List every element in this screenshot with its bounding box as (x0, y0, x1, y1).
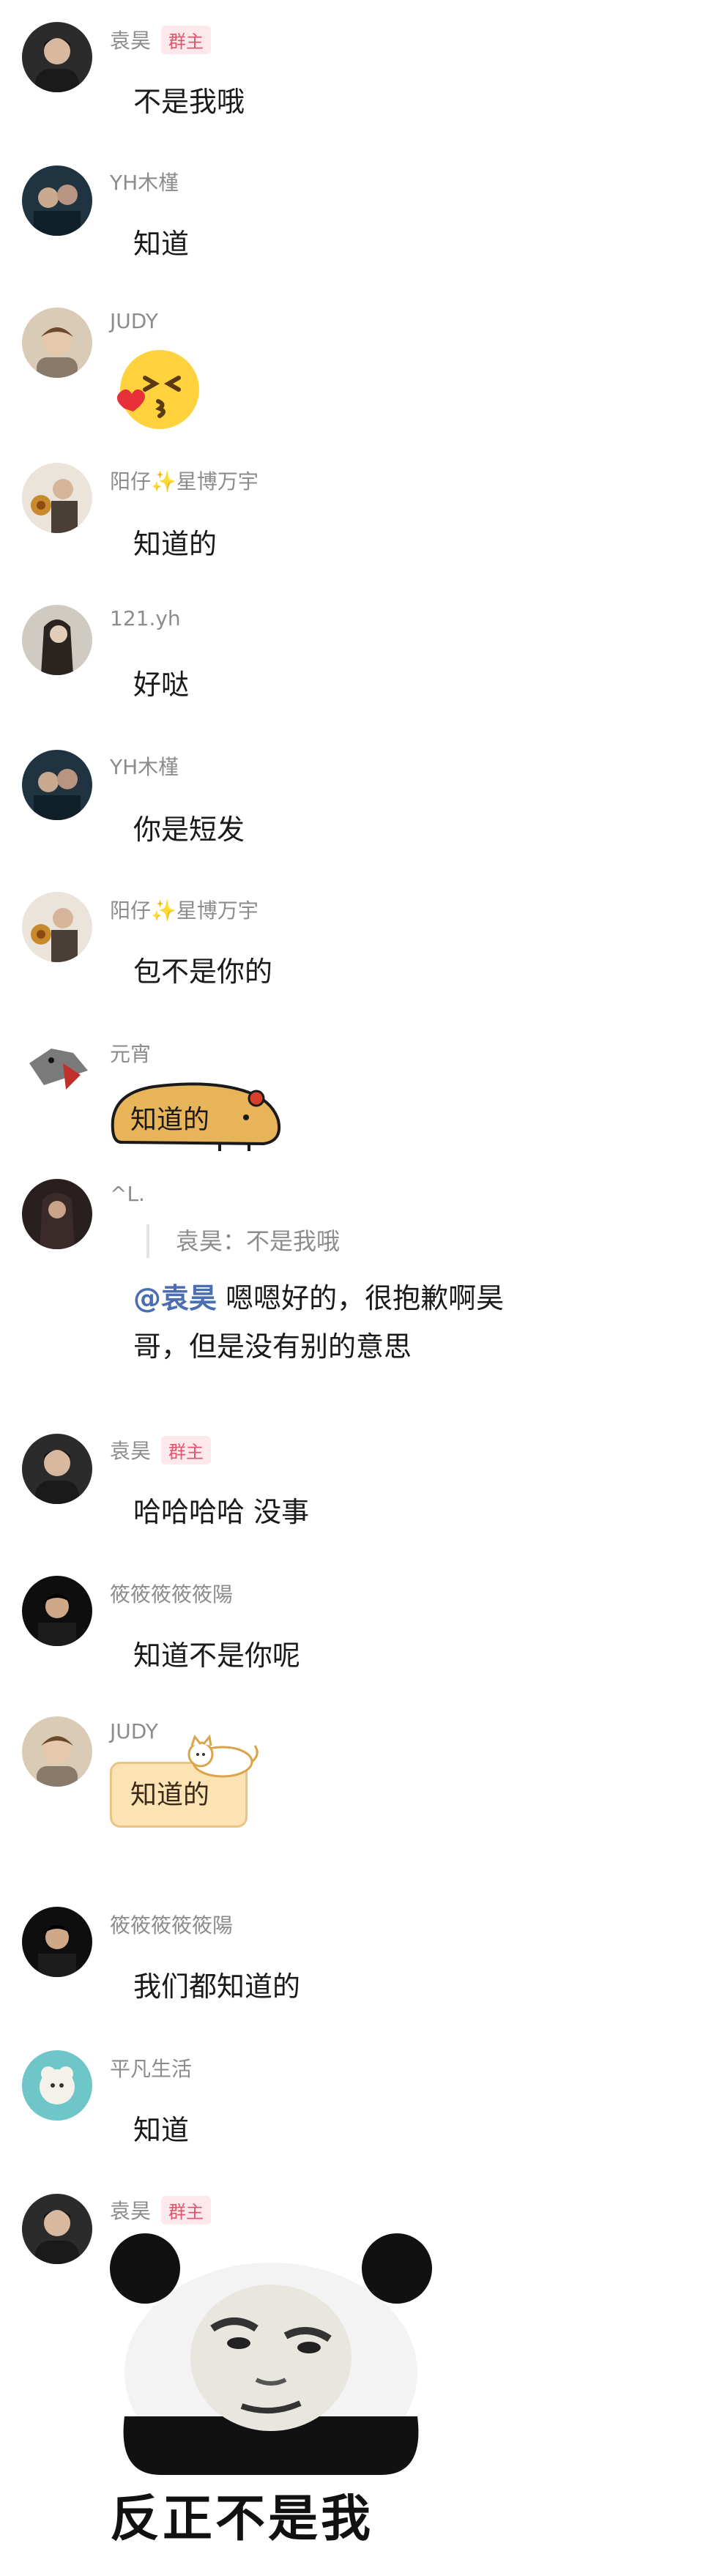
avatar[interactable] (22, 308, 92, 378)
avatar[interactable] (22, 1907, 92, 1977)
chat-message-list[interactable]: 袁昊 群主 不是我哦 YH木槿 知道 JUDY 阳仔✨星博万宇 知道的 121.… (0, 0, 703, 2576)
message-text: 知道的 (133, 528, 217, 560)
message-text: @袁昊 嗯嗯好的，很抱歉啊昊 哥，但是没有别的意思 (133, 1282, 505, 1363)
message-text: 不是我哦 (133, 86, 245, 118)
message-text: 知道不是你呢 (133, 1639, 301, 1672)
avatar[interactable] (22, 165, 92, 236)
sender-name[interactable]: 阳仔✨星博万宇 (110, 466, 258, 495)
group-owner-badge: 群主 (161, 1435, 212, 1464)
avatar[interactable] (22, 1576, 92, 1646)
capybara-sticker[interactable]: 知道的 (110, 1076, 286, 1157)
message-text: 你是短发 (133, 814, 245, 846)
avatar[interactable] (22, 892, 92, 962)
message-text: 知道 (133, 228, 190, 260)
sparkle-icon: ✨ (151, 898, 176, 923)
avatar[interactable] (22, 1034, 92, 1104)
avatar[interactable] (22, 463, 92, 533)
avatar[interactable] (22, 1716, 92, 1787)
group-owner-badge: 群主 (161, 2195, 212, 2225)
panda-meme-sticker[interactable] (103, 2233, 439, 2482)
avatar[interactable] (22, 1434, 92, 1504)
sender-name[interactable]: JUDY (110, 309, 158, 333)
sparkle-icon: ✨ (151, 469, 176, 494)
cat-icon (187, 1734, 258, 1778)
message-text: 我们都知道的 (133, 1970, 301, 2003)
sender-name[interactable]: 121.yh (110, 606, 181, 630)
sender-name[interactable]: 筱筱筱筱筱陽 (110, 1910, 233, 1939)
sender-name[interactable]: YH木槿 (110, 167, 179, 196)
sender-name[interactable]: 阳仔✨星博万宇 (110, 895, 258, 924)
message-text: 包不是你的 (133, 956, 273, 988)
avatar[interactable] (22, 605, 92, 675)
sender-name[interactable]: 袁昊 (110, 25, 151, 54)
message-text: 好哒 (133, 669, 190, 701)
sender-name[interactable]: ^L. (110, 1182, 145, 1206)
sender-name[interactable]: 筱筱筱筱筱陽 (110, 1579, 233, 1608)
avatar[interactable] (22, 750, 92, 820)
sender-name[interactable]: YH木槿 (110, 751, 179, 781)
avatar[interactable] (22, 1179, 92, 1249)
meme-caption: 反正不是我 (110, 2490, 374, 2548)
avatar[interactable] (22, 22, 92, 92)
sender-name[interactable]: 元宵 (110, 1038, 151, 1068)
message-text: 哈哈哈哈 没事 (133, 1496, 310, 1528)
sender-name[interactable]: 平凡生活 (110, 2053, 192, 2082)
group-owner-badge: 群主 (161, 25, 212, 54)
quoted-message[interactable]: 袁昊：不是我哦 (146, 1224, 340, 1258)
mention-link[interactable]: @袁昊 (133, 1282, 217, 1314)
cat-sticker[interactable]: 知道的 (110, 1734, 258, 1828)
sticker-label: 知道的 (130, 1105, 210, 1135)
kissing-face-emoji[interactable] (103, 344, 205, 442)
sender-name[interactable]: JUDY (110, 1719, 158, 1743)
avatar[interactable] (22, 2050, 92, 2121)
message-text: 知道 (133, 2114, 190, 2146)
avatar[interactable] (22, 2194, 92, 2264)
sender-name[interactable]: 袁昊 (110, 1435, 151, 1464)
sender-name[interactable]: 袁昊 (110, 2195, 151, 2225)
